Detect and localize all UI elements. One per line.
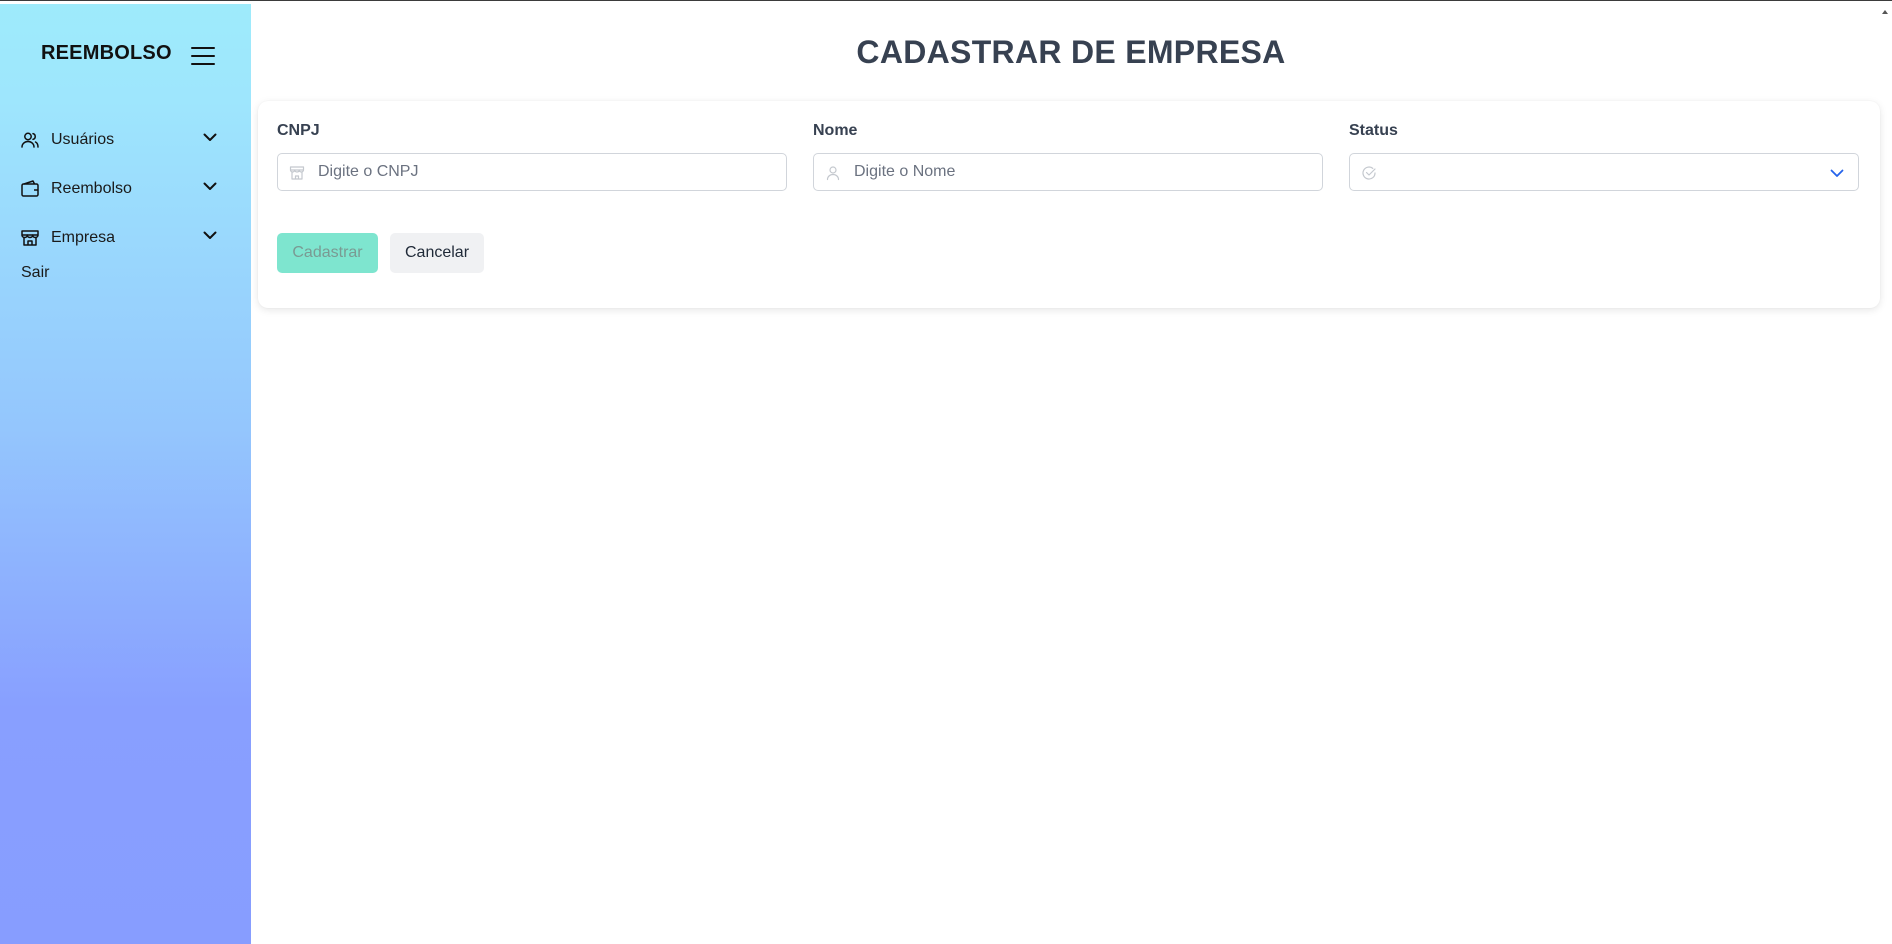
- window-top-border: [0, 0, 1892, 1]
- user-icon: [825, 165, 841, 181]
- sidebar-item-reembolso[interactable]: Reembolso: [20, 175, 225, 203]
- chevron-down-icon[interactable]: [201, 177, 219, 195]
- hamburger-icon[interactable]: [191, 46, 215, 66]
- status-select[interactable]: [1349, 153, 1859, 191]
- status-label: Status: [1349, 122, 1398, 139]
- cnpj-input[interactable]: [318, 154, 758, 190]
- check-circle-icon: [1361, 165, 1377, 181]
- cancelar-button[interactable]: Cancelar: [390, 233, 484, 273]
- logout-link[interactable]: Sair: [21, 264, 49, 282]
- users-icon: [20, 130, 40, 150]
- nome-field[interactable]: [813, 153, 1323, 191]
- nome-input[interactable]: [854, 154, 1294, 190]
- chevron-down-icon[interactable]: [201, 128, 219, 146]
- sidebar-item-label: Reembolso: [51, 180, 132, 197]
- scroll-up-arrow-icon[interactable]: [1882, 2, 1888, 14]
- sidebar: REEMBOLSO Usuários Reembolso Empresa Sai…: [0, 4, 251, 944]
- sidebar-item-label: Empresa: [51, 229, 116, 246]
- cnpj-label: CNPJ: [277, 122, 320, 139]
- sidebar-item-label: Usuários: [51, 131, 115, 148]
- cadastrar-button[interactable]: Cadastrar: [277, 233, 378, 273]
- sidebar-item-empresa[interactable]: Empresa: [20, 224, 225, 252]
- sidebar-item-usuarios[interactable]: Usuários: [20, 126, 225, 154]
- store-icon: [20, 228, 40, 248]
- wallet-icon: [20, 179, 40, 199]
- form-card: [258, 101, 1880, 308]
- brand-title: REEMBOLSO: [41, 42, 172, 64]
- nome-label: Nome: [813, 122, 858, 139]
- cnpj-field[interactable]: [277, 153, 787, 191]
- chevron-down-icon[interactable]: [201, 226, 219, 244]
- chevron-down-icon[interactable]: [1828, 164, 1846, 182]
- building-icon: [289, 165, 305, 181]
- page-title: CADASTRAR DE EMPRESA: [856, 34, 1286, 70]
